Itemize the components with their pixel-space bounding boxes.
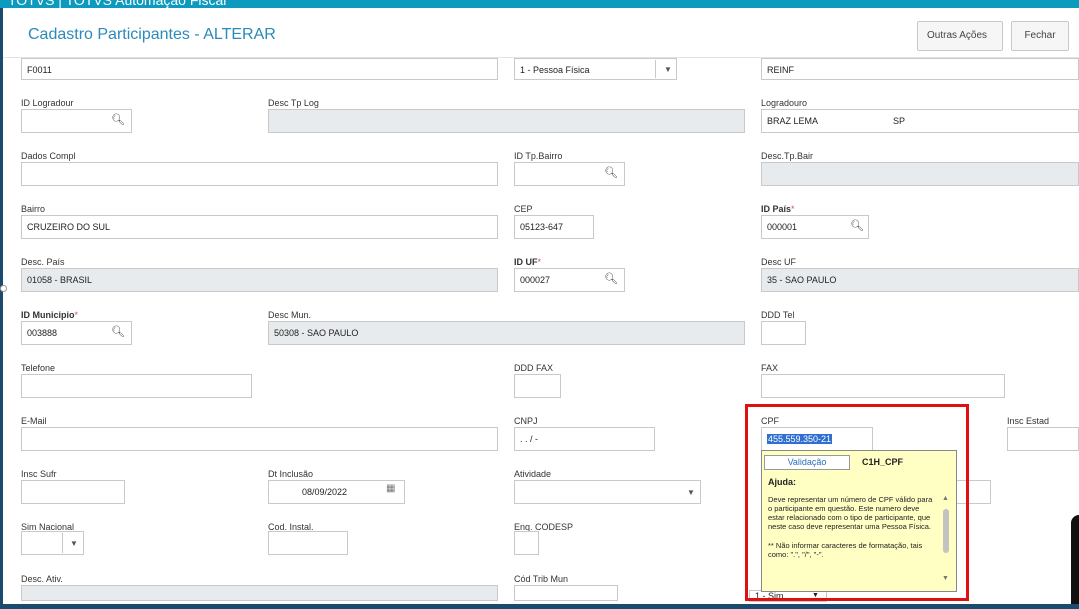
cnpj-input[interactable]: . . / -: [514, 427, 655, 451]
search-icon[interactable]: 🔍︎: [850, 219, 864, 232]
person-type-value: 1 - Pessoa Física: [520, 65, 590, 75]
desc-mun-field: 50308 - SAO PAULO: [268, 321, 745, 345]
email-input[interactable]: [21, 427, 498, 451]
fax-label: FAX: [761, 363, 779, 373]
person-type-select[interactable]: 1 - Pessoa Física: [514, 58, 677, 80]
chevron-down-icon: ▼: [664, 65, 672, 74]
desc-mun-label: Desc Mun.: [268, 310, 312, 320]
desc-tp-bair-label: Desc.Tp.Bair: [761, 151, 814, 161]
desc-ativ-label: Desc. Ativ.: [21, 574, 63, 584]
ddd-fax-input[interactable]: [514, 374, 561, 398]
bairro-input[interactable]: CRUZEIRO DO SUL: [21, 215, 498, 239]
logradouro-value: BRAZ LEMA: [767, 116, 819, 126]
page-title: Cadastro Participantes - ALTERAR: [28, 26, 276, 43]
logradouro-uf-value: SP: [893, 116, 906, 126]
cep-input[interactable]: 05123-647: [514, 215, 594, 239]
other-actions-label: Outras Ações: [927, 30, 988, 41]
id-logradour-label: ID Logradour: [21, 98, 74, 108]
insc-estad-input[interactable]: [1007, 427, 1079, 451]
desc-uf-label: Desc UF: [761, 257, 797, 267]
insc-sufr-input[interactable]: [21, 480, 125, 504]
logradouro-label: Logradouro: [761, 98, 808, 108]
required-marker: *: [791, 204, 795, 214]
search-icon[interactable]: 🔍︎: [604, 272, 618, 285]
ddd-tel-label: DDD Tel: [761, 310, 795, 320]
dt-inclusao-input[interactable]: 08/09/2022: [268, 480, 405, 504]
ddd-fax-label: DDD FAX: [514, 363, 554, 373]
insc-estad-label: Insc Estad: [1007, 416, 1050, 426]
left-border: [0, 8, 3, 609]
code-field[interactable]: F0011: [21, 58, 498, 80]
fax-input[interactable]: [761, 374, 1005, 398]
reinf-field[interactable]: REINF: [761, 58, 1079, 80]
telefone-input[interactable]: [21, 374, 252, 398]
cep-label: CEP: [514, 204, 533, 214]
ddd-tel-input[interactable]: [761, 321, 806, 345]
cod-instal-input[interactable]: [268, 531, 348, 555]
bottom-border: [3, 604, 1079, 609]
select-divider: [655, 60, 656, 78]
email-label: E-Mail: [21, 416, 47, 426]
select-divider: [62, 533, 63, 553]
cod-trib-mun-label: Cód Trib Mun: [514, 574, 569, 584]
desc-pais-field: 01058 - BRASIL: [21, 268, 498, 292]
search-icon[interactable]: 🔍︎: [111, 113, 125, 126]
desc-uf-field: 35 - SAO PAULO: [761, 268, 1079, 292]
id-pais-label: ID País*: [761, 204, 795, 214]
page-header: Cadastro Participantes - ALTERAR Outras …: [3, 12, 1079, 72]
dados-compl-input[interactable]: [21, 162, 498, 186]
logradouro-input[interactable]: BRAZ LEMA SP: [761, 109, 1079, 133]
insc-sufr-label: Insc Sufr: [21, 469, 57, 479]
cnpj-label: CNPJ: [514, 416, 538, 426]
telefone-label: Telefone: [21, 363, 56, 373]
calendar-icon[interactable]: ▦: [386, 483, 395, 494]
app-title-bar: TOTVS | TOTVS Automação Fiscal: [0, 0, 1079, 8]
overlay-corner: [1071, 515, 1079, 605]
cod-trib-mun-input[interactable]: [514, 585, 618, 601]
close-button[interactable]: Fechar: [1011, 21, 1069, 51]
desc-pais-label: Desc. País: [21, 257, 65, 267]
dados-compl-label: Dados Compl: [21, 151, 76, 161]
required-marker: *: [537, 257, 542, 267]
id-pais-label-text: ID País: [761, 204, 792, 214]
id-municipio-label: ID Municipio*: [21, 310, 78, 320]
close-label: Fechar: [1024, 30, 1056, 41]
app-title: TOTVS | TOTVS Automação Fiscal: [8, 0, 227, 8]
required-marker: *: [74, 310, 79, 320]
bairro-label: Bairro: [21, 204, 46, 214]
other-actions-button[interactable]: Outras Ações▼: [917, 21, 1003, 72]
desc-tp-log-field: [268, 109, 745, 133]
atividade-label: Atividade: [514, 469, 552, 479]
app-window: TOTVS | TOTVS Automação Fiscal Cadastro …: [0, 0, 1079, 609]
resize-handle[interactable]: [0, 285, 7, 292]
id-uf-label-text: ID UF: [514, 257, 538, 267]
search-icon[interactable]: 🔍︎: [604, 166, 618, 179]
chevron-down-icon: ▼: [70, 539, 78, 548]
search-icon[interactable]: 🔍︎: [111, 325, 125, 338]
desc-tp-bair-field: [761, 162, 1079, 186]
desc-ativ-field: [21, 585, 498, 601]
dt-inclusao-label: Dt Inclusão: [268, 469, 314, 479]
atividade-select[interactable]: [514, 480, 701, 504]
id-municipio-label-text: ID Municipio: [21, 310, 75, 320]
highlight-box: [745, 404, 969, 601]
chevron-down-icon: ▼: [687, 488, 695, 497]
desc-tp-log-label: Desc Tp Log: [268, 98, 319, 108]
id-tp-bairro-label: ID Tp.Bairro: [514, 151, 563, 161]
id-uf-label: ID UF*: [514, 257, 541, 267]
enq-codesp-input[interactable]: [514, 531, 539, 555]
